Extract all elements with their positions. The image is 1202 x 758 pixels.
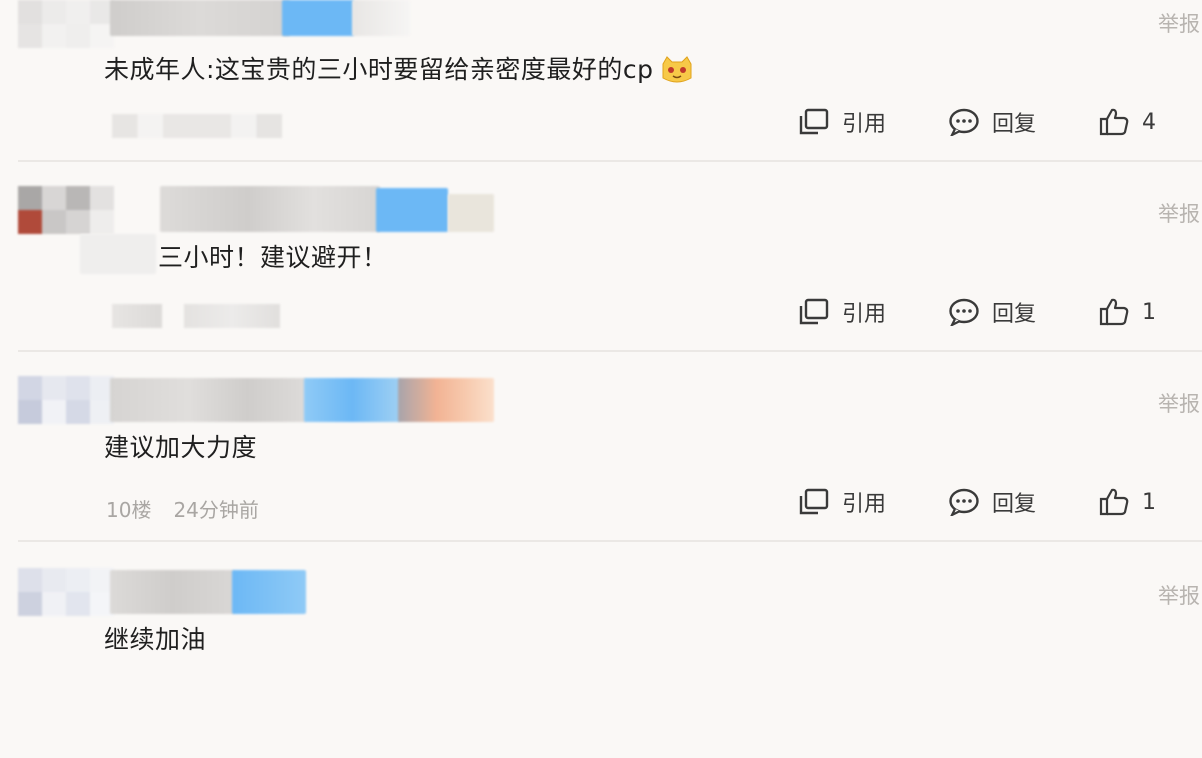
username-blurred-tail	[352, 0, 410, 36]
quote-icon	[799, 108, 829, 135]
report-link[interactable]: 举报	[1158, 198, 1200, 228]
meta-blurred	[112, 304, 162, 328]
comment-bubble-icon	[949, 488, 979, 516]
username-blurred-badge	[232, 570, 306, 614]
comment-bubble-icon	[949, 298, 979, 326]
report-link[interactable]: 举报	[1158, 580, 1200, 610]
thumbs-up-icon	[1099, 488, 1129, 516]
like-button[interactable]: 4	[1098, 107, 1156, 137]
report-link[interactable]: 举报	[1158, 388, 1200, 418]
divider	[18, 350, 1202, 352]
comment-content: 继续加油	[104, 620, 206, 656]
username-blurred-tail	[398, 378, 494, 422]
comment-actions: 引用 回复 4	[798, 106, 1156, 138]
comment-4: 举报 继续加油	[0, 568, 1202, 758]
meta-blurred	[112, 114, 282, 138]
thumbs-up-icon	[1099, 108, 1129, 136]
reply-label: 回复	[992, 112, 1037, 137]
quote-button[interactable]: 引用	[798, 106, 948, 138]
reply-button[interactable]: 回复	[948, 106, 1098, 138]
comment-content: 建议加大力度	[104, 428, 257, 464]
like-count: 1	[1142, 299, 1156, 325]
avatar-blurred[interactable]	[18, 0, 114, 48]
report-link[interactable]: 举报	[1158, 8, 1200, 38]
comment-3: 举报 建议加大力度 10楼 24分钟前 引用 回复 1	[0, 376, 1202, 566]
reply-label: 回复	[992, 302, 1037, 327]
comment-text: 建议加大力度	[104, 433, 258, 462]
reply-button[interactable]: 回复	[948, 296, 1098, 328]
username-blurred[interactable]	[110, 570, 234, 614]
comment-bubble-icon	[949, 108, 979, 136]
like-button[interactable]: 1	[1098, 297, 1156, 327]
quote-label: 引用	[842, 302, 887, 327]
cat-emoji-icon	[662, 56, 692, 83]
quote-button[interactable]: 引用	[798, 296, 948, 328]
content-prefix-blurred	[80, 234, 156, 274]
username-blurred[interactable]	[110, 378, 306, 422]
divider	[18, 160, 1202, 162]
quote-label: 引用	[842, 112, 887, 137]
reply-label: 回复	[992, 492, 1037, 517]
reply-button[interactable]: 回复	[948, 486, 1098, 518]
avatar-blurred[interactable]	[18, 376, 114, 424]
quote-label: 引用	[842, 492, 887, 517]
comment-content: 三小时！建议避开！	[158, 238, 388, 274]
comment-actions: 引用 回复 1	[798, 296, 1156, 328]
username-blurred-badge	[376, 188, 448, 232]
comment-text: 三小时！建议避开！	[158, 243, 388, 272]
avatar-blurred[interactable]	[18, 186, 114, 234]
comment-2: 举报 三小时！建议避开！ 引用 回复 1	[0, 186, 1202, 376]
like-button[interactable]: 1	[1098, 487, 1156, 517]
username-blurred-badge	[282, 0, 354, 36]
divider	[18, 540, 1202, 542]
like-count: 4	[1142, 109, 1156, 135]
comment-meta: 10楼 24分钟前	[106, 494, 281, 523]
username-blurred[interactable]	[110, 0, 290, 36]
floor-number: 10楼	[106, 498, 152, 522]
username-blurred[interactable]	[160, 186, 380, 232]
avatar-blurred[interactable]	[18, 568, 114, 616]
quote-icon	[799, 488, 829, 515]
comment-content: 未成年人:这宝贵的三小时要留给亲密度最好的cp	[104, 50, 694, 86]
username-blurred-tail	[448, 194, 494, 232]
comment-actions: 引用 回复 1	[798, 486, 1156, 518]
like-count: 1	[1142, 489, 1156, 515]
thumbs-up-icon	[1099, 298, 1129, 326]
quote-icon	[799, 298, 829, 325]
quote-button[interactable]: 引用	[798, 486, 948, 518]
post-time: 24分钟前	[173, 498, 259, 522]
meta-blurred	[184, 304, 280, 328]
username-blurred-badge	[304, 378, 400, 422]
comment-text: 继续加油	[104, 625, 207, 654]
comment-text: 未成年人:这宝贵的三小时要留给亲密度最好的cp	[104, 55, 654, 84]
